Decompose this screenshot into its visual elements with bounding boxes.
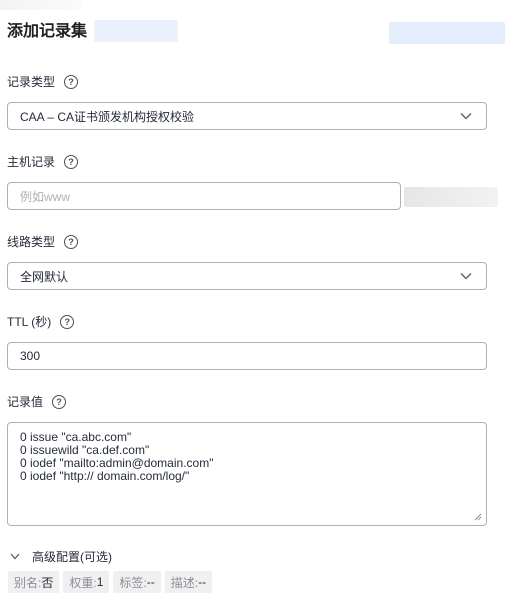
ttl-input[interactable]: 300 xyxy=(7,342,487,370)
tag-value: 否 xyxy=(41,575,54,590)
weight-tag: 权重: 1 xyxy=(63,571,110,593)
chevron-down-icon xyxy=(10,553,20,560)
question-circle-icon[interactable]: ? xyxy=(64,155,79,169)
tag-key: 描述: xyxy=(170,575,199,590)
question-circle-icon[interactable]: ? xyxy=(64,235,79,249)
line-type-label: 线路类型 ? xyxy=(7,234,79,250)
record-value-line: 0 iodef "http:// domain.com/log/" xyxy=(20,469,190,483)
record-value-label: 记录值 ? xyxy=(7,394,67,410)
record-value-textarea[interactable]: 0 issue "ca.abc.com" 0 issuewild "ca.def… xyxy=(7,422,487,526)
record-value-label-text: 记录值 xyxy=(7,395,44,409)
host-record-label-text: 主机记录 xyxy=(7,155,56,169)
chevron-down-icon xyxy=(460,273,472,280)
page-title: 添加记录集 xyxy=(7,23,88,40)
tag-key: 别名: xyxy=(14,575,42,590)
advanced-config-label: 高级配置(可选) xyxy=(32,550,112,564)
redacted-header-link xyxy=(389,22,505,44)
question-circle-icon[interactable]: ? xyxy=(64,75,79,89)
advanced-summary-tags: 别名: 否 权重: 1 标签: -- 描述: -- xyxy=(8,571,213,593)
tag-value: -- xyxy=(198,575,207,589)
line-type-label-text: 线路类型 xyxy=(7,235,56,249)
tag-key: 标签: xyxy=(119,575,147,590)
line-type-select[interactable]: 全网默认 xyxy=(7,262,487,290)
redacted-breadcrumb xyxy=(0,0,82,10)
redacted-title-suffix xyxy=(94,20,178,42)
description-tag: 描述: -- xyxy=(164,571,213,593)
labels-tag: 标签: -- xyxy=(113,571,161,593)
resize-handle-icon[interactable] xyxy=(474,513,482,521)
record-type-select[interactable]: CAA – CA证书颁发机构授权校验 xyxy=(7,102,487,130)
line-type-value: 全网默认 xyxy=(20,269,69,284)
tag-key: 权重: xyxy=(69,575,97,590)
record-type-label-text: 记录类型 xyxy=(7,75,56,89)
ttl-label: TTL (秒) ? xyxy=(7,314,75,330)
ttl-value: 300 xyxy=(20,349,41,363)
question-circle-icon[interactable]: ? xyxy=(52,395,67,409)
ttl-label-text: TTL (秒) xyxy=(7,315,52,329)
redacted-domain-suffix xyxy=(404,187,498,207)
chevron-down-icon xyxy=(460,113,472,120)
tag-value: 1 xyxy=(96,575,104,589)
advanced-config-toggle[interactable]: 高级配置(可选) xyxy=(10,548,112,565)
record-type-value: CAA – CA证书颁发机构授权校验 xyxy=(20,109,195,124)
host-record-input[interactable]: 例如www xyxy=(7,182,401,210)
host-record-label: 主机记录 ? xyxy=(7,154,79,170)
host-record-placeholder: 例如www xyxy=(20,189,70,204)
record-type-label: 记录类型 ? xyxy=(7,74,79,90)
alias-tag: 别名: 否 xyxy=(8,571,60,593)
tag-value: -- xyxy=(146,575,155,589)
question-circle-icon[interactable]: ? xyxy=(60,315,75,329)
